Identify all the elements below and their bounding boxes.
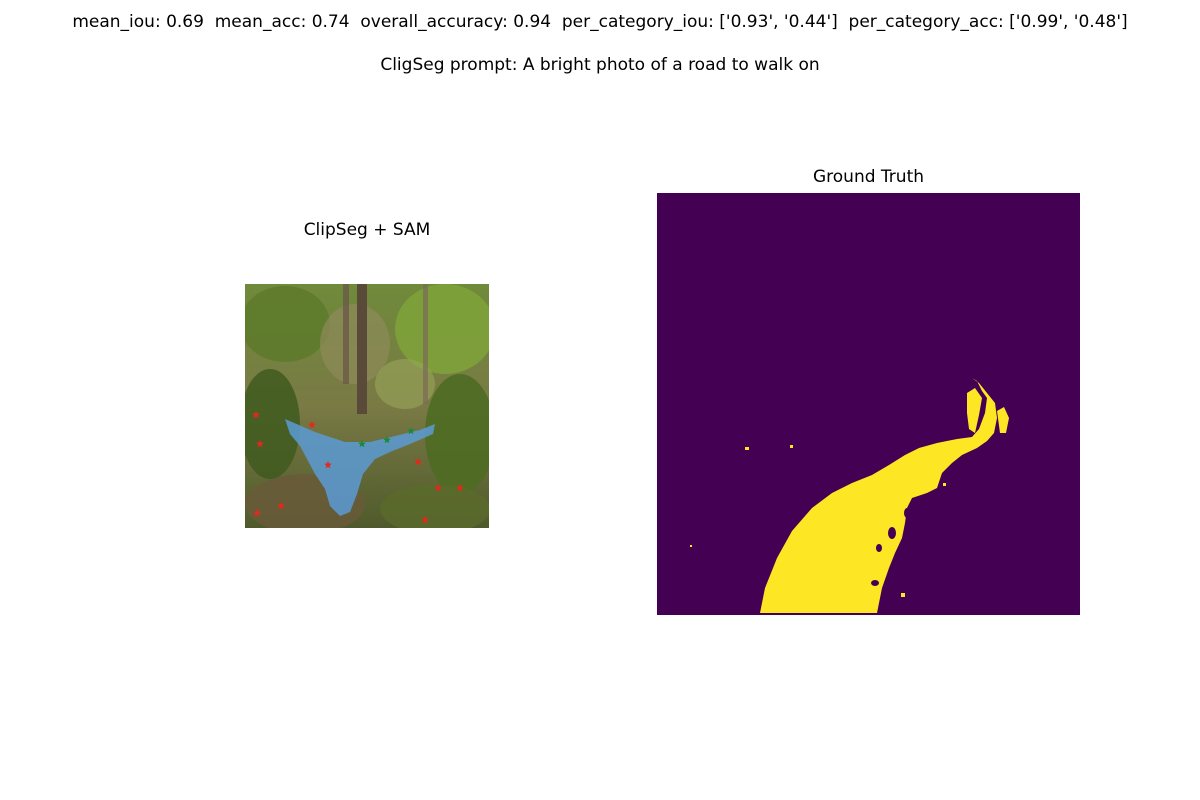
ground-truth-title: Ground Truth	[812, 167, 925, 187]
prompt-text: CligSeg prompt: A bright photo of a road…	[380, 55, 820, 75]
clipseg-sam-image	[245, 284, 489, 528]
forest-trail-photo	[245, 284, 489, 528]
ground-truth-image	[657, 193, 1080, 615]
ground-truth-mask	[657, 193, 1080, 615]
metrics-text: mean_iou: 0.69 mean_acc: 0.74 overall_ac…	[72, 12, 1128, 32]
clipseg-sam-title: ClipSeg + SAM	[303, 220, 431, 240]
